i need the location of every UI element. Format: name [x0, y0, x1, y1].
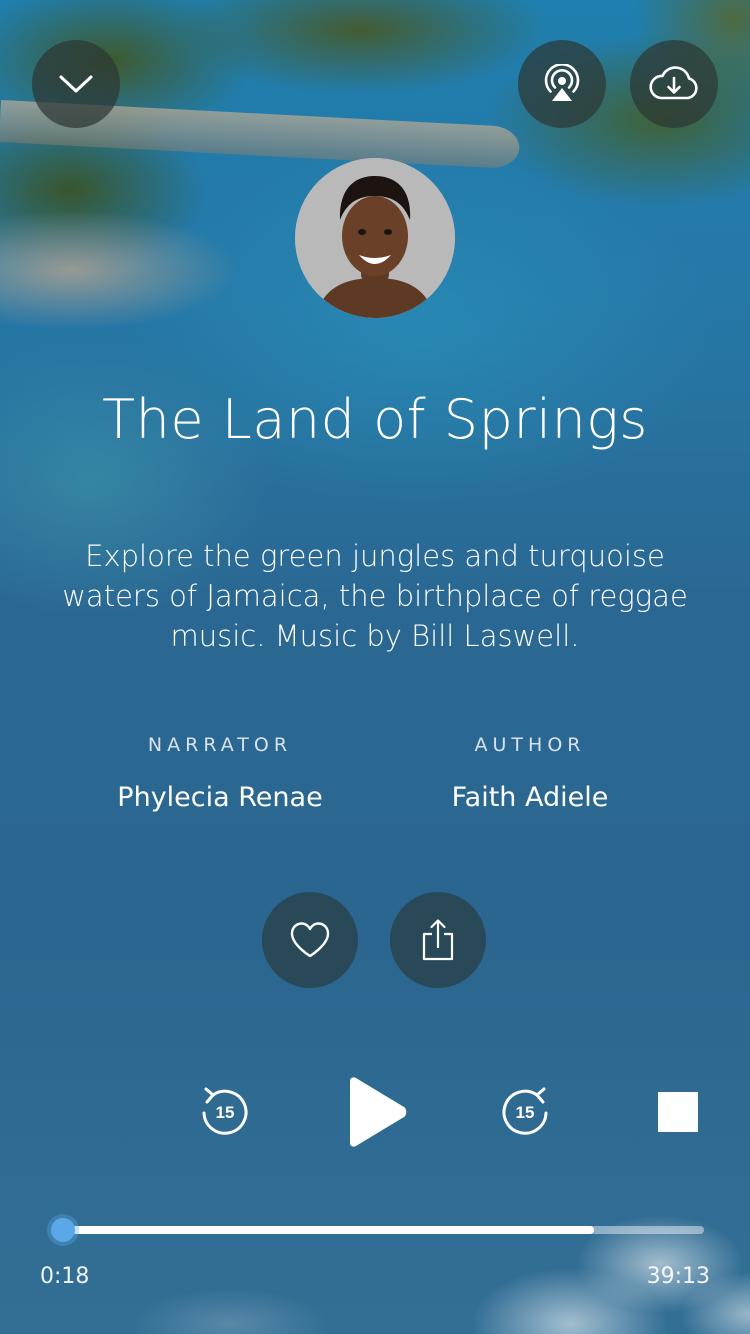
close-button[interactable]	[32, 40, 120, 128]
narrator-name: Phylecia Renae	[117, 782, 323, 813]
heart-outline-icon	[290, 922, 330, 958]
background-clouds-left	[80, 1244, 380, 1334]
narrator-avatar	[295, 158, 455, 318]
playback-progress-bar[interactable]	[44, 1215, 706, 1245]
author-name: Faith Adiele	[451, 782, 609, 813]
track-description: Explore the green jungles and turquoise …	[62, 539, 688, 653]
elapsed-time: 0:18	[40, 1264, 90, 1289]
cloud-download-icon	[649, 66, 698, 100]
play-button[interactable]	[336, 1072, 416, 1152]
narrator-credit: NARRATOR Phylecia Renae	[70, 734, 370, 813]
author-label: AUTHOR	[474, 734, 586, 756]
author-credit: AUTHOR Faith Adiele	[380, 734, 680, 813]
forward-15-button[interactable]: 15	[496, 1084, 554, 1142]
favorite-button[interactable]	[262, 892, 358, 988]
share-icon	[422, 919, 454, 961]
airplay-button[interactable]	[518, 40, 606, 128]
progress-thumb[interactable]	[51, 1218, 75, 1242]
stop-icon	[658, 1092, 698, 1132]
forward-seconds-label: 15	[515, 1103, 535, 1122]
narrator-portrait	[295, 158, 455, 318]
background-shore	[0, 210, 240, 330]
rewind-15-button[interactable]: 15	[196, 1084, 254, 1142]
track-title: The Land of Springs	[102, 388, 648, 451]
stop-button[interactable]	[656, 1090, 700, 1134]
rewind-seconds-label: 15	[215, 1103, 235, 1122]
progress-buffered-fill	[54, 1226, 594, 1234]
airplay-icon	[544, 64, 580, 101]
chevron-down-icon	[59, 75, 93, 93]
total-time: 39:13	[646, 1264, 710, 1289]
narrator-label: NARRATOR	[147, 734, 293, 756]
download-button[interactable]	[630, 40, 718, 128]
play-icon	[350, 1077, 407, 1147]
share-button[interactable]	[390, 892, 486, 988]
